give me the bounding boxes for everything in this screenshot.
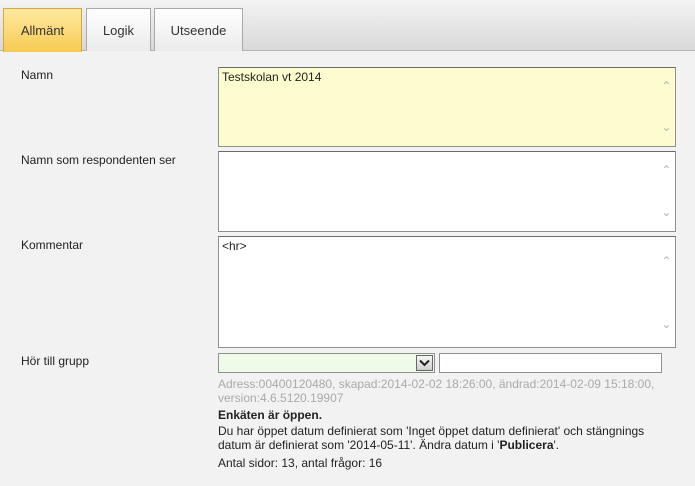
group-dropdown-button[interactable]	[416, 355, 433, 371]
scroll-up-icon[interactable]: ⌃	[658, 162, 675, 179]
tab-allmant[interactable]: Allmänt	[3, 8, 82, 52]
name-label: Namn	[21, 68, 54, 82]
tab-label: Utseende	[170, 22, 227, 38]
tab-label: Logik	[102, 22, 135, 38]
scroll-up-icon[interactable]: ⌃	[658, 253, 675, 270]
name-value: Testskolan vt 2014	[222, 70, 322, 84]
group-text-input[interactable]	[439, 353, 662, 373]
survey-meta: Adress:00400120480, skapad:2014-02-02 18…	[218, 377, 655, 405]
scroll-up-icon[interactable]: ⌃	[658, 78, 675, 95]
comment-textarea[interactable]: <hr> ⌃ ⌄	[218, 236, 676, 348]
name-scrollbar[interactable]: ⌃ ⌄	[658, 68, 675, 146]
respondent-name-label: Namn som respondenten ser	[21, 153, 176, 167]
respondent-name-scrollbar[interactable]: ⌃ ⌄	[658, 152, 675, 231]
scroll-down-icon[interactable]: ⌄	[658, 316, 675, 333]
scroll-down-icon[interactable]: ⌄	[658, 204, 675, 221]
status-description: Du har öppet datum definierat som 'Inget…	[218, 424, 678, 452]
group-select[interactable]	[218, 353, 435, 373]
scroll-down-icon[interactable]: ⌄	[658, 119, 675, 136]
tab-logik[interactable]: Logik	[86, 8, 151, 51]
comment-label: Kommentar	[21, 238, 84, 252]
group-label: Hör till grupp	[21, 354, 90, 368]
status-title: Enkäten är öppen.	[218, 408, 323, 422]
chevron-down-icon	[419, 359, 430, 367]
name-textarea[interactable]: Testskolan vt 2014 ⌃ ⌄	[218, 67, 676, 147]
tab-label: Allmänt	[20, 23, 65, 38]
tab-bar: Allmänt Logik Utseende	[0, 0, 695, 52]
status-desc-text: Du har öppet datum definierat som 'Inget…	[218, 424, 645, 452]
comment-value: <hr>	[222, 239, 247, 253]
survey-counts: Antal sidor: 13, antal frågor: 16	[218, 456, 383, 470]
status-desc-end: '.	[553, 438, 560, 452]
comment-scrollbar[interactable]: ⌃ ⌄	[658, 237, 675, 347]
publicera-link[interactable]: Publicera	[499, 438, 553, 452]
tab-utseende[interactable]: Utseende	[154, 8, 243, 51]
respondent-name-textarea[interactable]: ⌃ ⌄	[218, 151, 676, 232]
